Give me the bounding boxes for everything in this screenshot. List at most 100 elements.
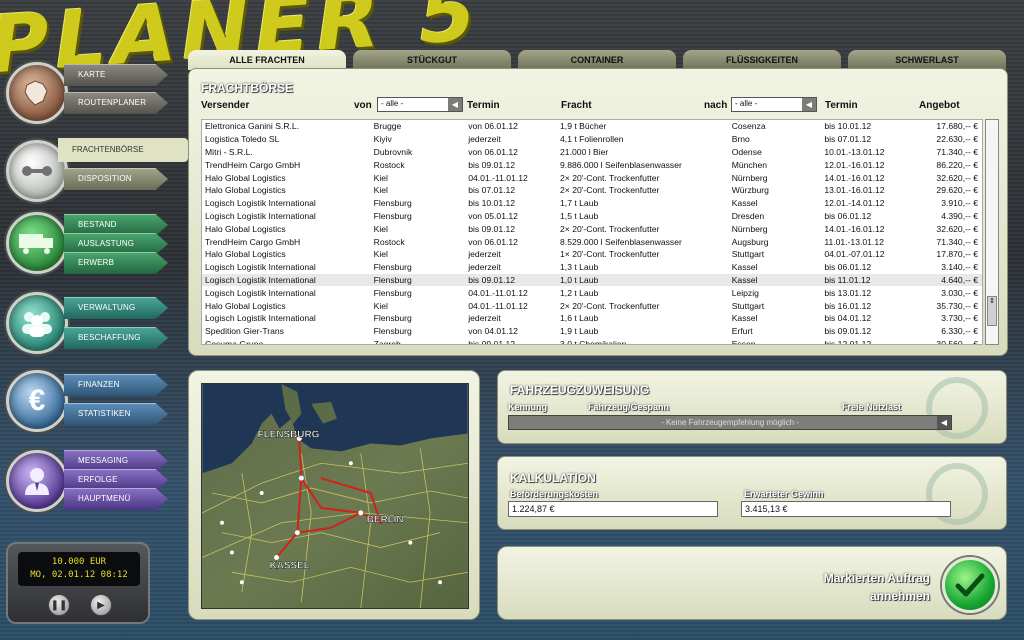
header-nach: nach [704,100,728,111]
cell-nach: Leipzig [731,287,759,298]
cell-termin-nach: bis 06.01.12 [824,262,872,273]
cell-nach: Kassel [731,198,758,209]
europe-map-icon[interactable] [6,62,68,124]
tab-schwerlast[interactable]: SCHWERLAST [848,50,1006,70]
header-termin-von[interactable]: Termin [467,100,500,111]
people-icon[interactable] [6,292,68,354]
to-filter-select[interactable]: - alle - ◀ [731,97,817,112]
header-angebot[interactable]: Angebot [919,100,960,111]
cell-versender: Logisch Logistik International [205,210,316,221]
cell-termin-von: jederzeit [468,262,501,273]
nav-item-finanzen[interactable]: FINANZEN [64,374,168,396]
nav-item-beschaffung[interactable]: BESCHAFFUNG [64,327,168,349]
cell-versender: TrendHeim Cargo GmbH [205,236,301,247]
table-row[interactable]: Halo Global Logistics Kiel 04.01.-11.01.12… [202,171,982,184]
nav-item-erfolge[interactable]: ERFOLGE [64,469,168,491]
cell-nach: Kassel [731,262,758,273]
cell-nach: Würzburg [731,185,769,196]
tab-stueckgut[interactable]: STÜCKGUT [353,50,511,70]
table-row[interactable]: Cosuma Grupo Zagreb bis 09.01.12 3,0 t Chem… [202,338,982,345]
cell-versender: Halo Global Logistics [205,185,286,196]
from-filter-select[interactable]: - alle - ◀ [377,97,463,112]
accept-order-panel: Markierten Auftrag annehmen [497,546,1007,620]
nav-item-bestand[interactable]: BESTAND [64,214,168,236]
cell-termin-nach: bis 12.01.12 [824,338,872,345]
header-fracht[interactable]: Fracht [561,100,592,111]
table-row[interactable]: Halo Global Logistics Kiel 04.01.-11.01.12… [202,299,982,312]
table-row[interactable]: Logisch Logistik International Flensburg b… [202,197,982,210]
time-pause-button[interactable]: ❚❚ [48,594,70,616]
vehicle-select[interactable]: - Keine Fahrzeugempfehlung möglich - ◀ [508,415,952,430]
nav-item-routenplaner[interactable]: ROUTENPLANER [64,92,168,114]
truck-icon[interactable] [6,212,68,274]
cell-von: Flensburg [373,262,412,273]
cell-fracht: 1× 20'-Cont. Trockenfutter [560,249,660,260]
calc-panel-title: KALKULATION [510,471,596,485]
scroll-thumb[interactable]: ⇕ [987,296,997,326]
cell-von: Dubrovnik [373,146,413,157]
tab-container[interactable]: CONTAINER [518,50,676,70]
route-map[interactable]: FLENSBURG BERLIN KASSEL [201,383,469,609]
table-row[interactable]: Logistica Toledo SL Kiyiv jederzeit 4,1 t F… [202,133,982,146]
cell-von: Kiel [373,300,388,311]
cell-nach: Brno [731,134,750,145]
nav-item-statistiken[interactable]: STATISTIKEN [64,403,168,425]
person-icon[interactable] [6,450,68,512]
table-row[interactable]: Logisch Logistik International Flensburg 0… [202,286,982,299]
cell-termin-nach: 12.01.-14.01.12 [824,198,885,209]
table-row[interactable]: Spedition Gier-Trans Flensburg von 04.01.1… [202,325,982,338]
nav-item-auslastung[interactable]: AUSLASTUNG [64,233,168,255]
vehicle-select-value: - Keine Fahrzeugempfehlung möglich - [661,418,799,427]
table-row[interactable]: Halo Global Logistics Kiel bis 07.01.12 2× … [202,184,982,197]
table-row[interactable]: Logisch Logistik International Flensburg v… [202,210,982,223]
nav-item-erwerb[interactable]: ERWERB [64,252,168,274]
chevron-left-icon: ◀ [448,98,462,111]
cell-termin-von: bis 09.01.12 [468,274,516,285]
header-termin-nach[interactable]: Termin [825,100,858,111]
cell-angebot: 35.730,-- € [936,300,978,311]
euro-icon[interactable]: € [6,370,68,432]
table-row[interactable]: Logisch Logistik International Flensburg j… [202,261,982,274]
nav-item-verwaltung[interactable]: VERWALTUNG [64,297,168,319]
cell-fracht: 2× 20'-Cont. Trockenfutter [560,185,660,196]
nav-item-hauptmenue[interactable]: HAUPTMENÜ [64,488,168,510]
nav-item-messaging[interactable]: MESSAGING [64,450,168,472]
time-forward-button[interactable]: ▶ [90,594,112,616]
cell-von: Kiyiv [373,134,392,145]
cell-von: Flensburg [373,210,412,221]
cell-versender: Halo Global Logistics [205,249,286,260]
cell-von: Rostock [373,159,405,170]
table-row[interactable]: Logisch Logistik International Flensburg j… [202,312,982,325]
freight-exchange-panel: FRACHTBÖRSE Versender von - alle - ◀ Ter… [188,68,1008,356]
table-row[interactable]: TrendHeim Cargo GmbH Rostock bis 09.01.12 9… [202,158,982,171]
cell-nach: Nürnberg [731,172,768,183]
cell-von: Flensburg [373,326,412,337]
nav-item-frachtenboerse[interactable]: FRACHTENBÖRSE [58,138,188,162]
accept-order-button[interactable] [942,557,998,613]
col-kennung: Kennung [508,402,547,412]
table-row[interactable]: TrendHeim Cargo GmbH Rostock von 06.01.12 8… [202,235,982,248]
table-row[interactable]: Logisch Logistik International Flensburg b… [202,273,982,287]
cell-termin-nach: bis 10.01.12 [824,121,872,132]
cell-nach: Kassel [731,313,758,324]
cell-termin-von: bis 09.01.12 [468,338,516,345]
table-row[interactable]: Elettronica Ganini S.R.L. Brugge von 06.01… [202,120,982,133]
table-row[interactable]: Mitri - S.R.L. Dubrovnik von 06.01.12 21.00… [202,146,982,159]
cell-nach: Stuttgart [731,300,765,311]
table-row[interactable]: Halo Global Logistics Kiel bis 09.01.12 2× … [202,222,982,235]
cell-versender: Cosuma Grupo [205,338,264,345]
freight-scrollbar[interactable]: ⇕ [985,119,999,345]
nav-item-karte[interactable]: KARTE [64,64,168,86]
chevron-left-icon: ◀ [802,98,816,111]
cell-nach: Cosenza [731,121,766,132]
cell-termin-nach: bis 09.01.12 [824,326,872,337]
accept-order-label: Markierten Auftrag annehmen [824,569,930,605]
nav-item-disposition[interactable]: DISPOSITION [64,168,168,190]
cell-von: Zagreb [373,338,401,345]
tab-alle-frachten[interactable]: ALLE FRACHTEN [188,50,346,70]
tab-fluessigkeiten[interactable]: FLÜSSIGKEITEN [683,50,841,70]
header-versender[interactable]: Versender [201,100,249,111]
cell-von: Flensburg [373,198,412,209]
cell-von: Flensburg [373,313,412,324]
table-row[interactable]: Halo Global Logistics Kiel jederzeit 1× 20'… [202,248,982,261]
